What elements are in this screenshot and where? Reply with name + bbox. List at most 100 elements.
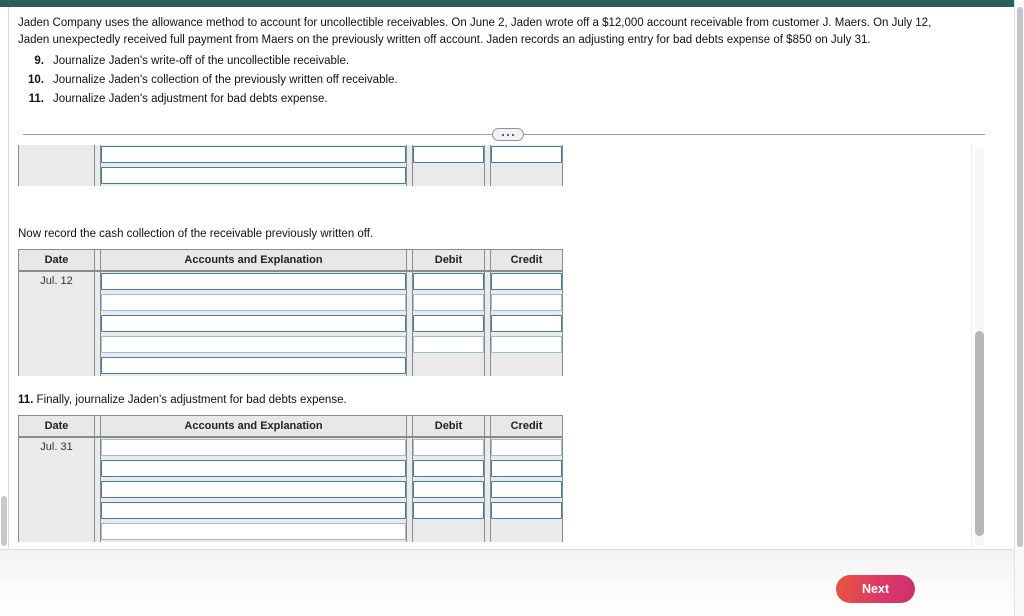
accounts-cell — [100, 520, 407, 542]
accounts-input[interactable] — [101, 439, 406, 456]
exercise-window: Jaden Company uses the allowance method … — [0, 0, 1024, 616]
table-header-row: Date Accounts and Explanation Debit Cred… — [18, 249, 563, 272]
accounts-cell — [100, 291, 407, 313]
debit-input[interactable] — [413, 459, 484, 477]
window-right-scrollbar-thumb[interactable] — [1017, 7, 1023, 547]
accounts-cell — [100, 499, 407, 521]
credit-cell — [490, 333, 563, 355]
debit-input[interactable] — [413, 314, 484, 332]
journals-scroll-pane: Date Accounts and Explanation Debit Cred… — [10, 145, 985, 548]
journals-pane-scrollbar[interactable] — [971, 145, 985, 548]
table-row: Jul. 12 — [18, 270, 563, 376]
debit-cell — [412, 145, 485, 165]
column-header-credit: Credit — [490, 249, 563, 272]
accounts-input[interactable] — [101, 522, 406, 540]
debit-input[interactable] — [413, 439, 484, 456]
accounts-input[interactable] — [101, 501, 406, 519]
credit-input[interactable] — [491, 439, 562, 456]
debit-input[interactable] — [413, 273, 484, 290]
table-row — [19, 457, 563, 479]
accounts-input[interactable] — [101, 166, 406, 184]
debit-cell — [412, 478, 485, 500]
credit-cell-empty — [490, 354, 563, 376]
journal-bad-debts-caption-number: 11. — [18, 394, 34, 406]
accounts-input[interactable] — [101, 356, 406, 374]
accounts-input[interactable] — [101, 293, 406, 311]
credit-cell — [490, 145, 563, 165]
journal-bad-debts-caption: 11. Finally, journalize Jaden's adjustme… — [18, 393, 347, 408]
window-right-scrollbar[interactable] — [1014, 0, 1024, 616]
journal-table: Date Accounts and Explanation Debit Cred… — [18, 145, 563, 186]
credit-cell-empty — [490, 520, 563, 542]
accounts-cell — [100, 164, 407, 186]
window-left-scrollbar-thumb[interactable] — [1, 496, 7, 546]
requirement-text: Journalize Jaden's collection of the pre… — [53, 74, 398, 86]
ellipsis-dot-icon — [507, 133, 509, 136]
column-header-debit: Debit — [412, 249, 485, 272]
credit-cell — [490, 436, 563, 458]
credit-cell — [490, 270, 563, 292]
debit-input[interactable] — [413, 480, 484, 498]
table-row — [19, 164, 563, 186]
credit-input[interactable] — [491, 480, 562, 498]
section-divider — [23, 128, 985, 141]
requirement-number: 9. — [34, 55, 44, 67]
table-row — [19, 520, 563, 542]
next-button[interactable]: Next — [836, 575, 915, 603]
credit-input[interactable] — [491, 145, 562, 163]
journal-table: Date Accounts and Explanation Debit Cred… — [18, 415, 563, 542]
credit-cell — [490, 478, 563, 500]
footer-bar: Next — [0, 549, 1014, 616]
accounts-input[interactable] — [101, 480, 406, 498]
column-header-accounts: Accounts and Explanation — [100, 249, 407, 272]
expand-ellipsis-button[interactable] — [492, 128, 524, 141]
journal-rows — [18, 145, 563, 186]
question-intro-text: Jaden Company uses the allowance method … — [18, 17, 932, 46]
debit-input[interactable] — [413, 145, 484, 163]
debit-cell — [412, 291, 485, 313]
column-header-debit: Debit — [412, 415, 485, 438]
table-header-row: Date Accounts and Explanation Debit Cred… — [18, 415, 563, 438]
debit-cell-empty — [412, 354, 485, 376]
journal-write-off: Date Accounts and Explanation Debit Cred… — [18, 145, 563, 186]
requirements-list: 9. Journalize Jaden's write-off of the u… — [18, 53, 578, 110]
accounts-cell — [100, 333, 407, 355]
accounts-input[interactable] — [101, 145, 406, 163]
accounts-input[interactable] — [101, 335, 406, 353]
credit-input[interactable] — [491, 335, 562, 353]
requirement-text: Journalize Jaden's write-off of the unco… — [53, 55, 350, 67]
credit-input[interactable] — [491, 293, 562, 311]
debit-cell — [412, 312, 485, 334]
accounts-input[interactable] — [101, 273, 406, 290]
debit-input[interactable] — [413, 293, 484, 311]
journal-table: Date Accounts and Explanation Debit Cred… — [18, 249, 563, 376]
ellipsis-dot-icon — [512, 133, 514, 136]
table-row — [19, 354, 563, 376]
debit-cell — [412, 436, 485, 458]
journal-bad-debts-caption-text: Finally, journalize Jaden's adjustment f… — [33, 394, 347, 406]
accounts-cell — [100, 478, 407, 500]
table-row: Jul. 31 — [18, 436, 563, 542]
credit-input[interactable] — [491, 459, 562, 477]
column-header-accounts: Accounts and Explanation — [100, 415, 407, 438]
debit-input[interactable] — [413, 501, 484, 519]
credit-cell — [490, 499, 563, 521]
question-content: Jaden Company uses the allowance method … — [10, 7, 985, 548]
credit-input[interactable] — [491, 314, 562, 332]
ellipsis-dot-icon — [502, 133, 504, 136]
window-left-scrollbar[interactable] — [0, 7, 9, 548]
debit-input[interactable] — [413, 335, 484, 353]
debit-cell-empty — [412, 520, 485, 542]
accounts-cell — [100, 354, 407, 376]
accounts-cell — [100, 312, 407, 334]
accounts-input[interactable] — [101, 314, 406, 332]
journal-date-cell: Jul. 12 — [18, 270, 95, 376]
debit-cell — [412, 333, 485, 355]
credit-input[interactable] — [491, 501, 562, 519]
journal-collection-caption: Now record the cash collection of the re… — [18, 228, 374, 240]
accounts-input[interactable] — [101, 459, 406, 477]
credit-input[interactable] — [491, 273, 562, 290]
debit-cell — [412, 457, 485, 479]
requirement-item: 9. Journalize Jaden's write-off of the u… — [18, 53, 578, 70]
journals-pane-scrollbar-thumb[interactable] — [975, 331, 984, 536]
